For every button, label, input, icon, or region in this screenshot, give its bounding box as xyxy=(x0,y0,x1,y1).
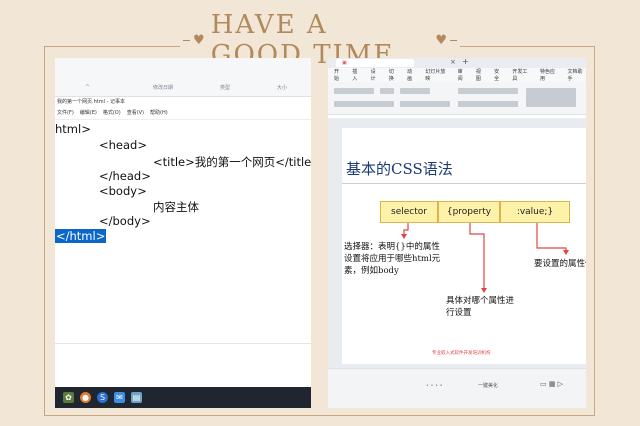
sogou-icon[interactable]: S xyxy=(97,392,108,403)
column-type[interactable]: 类型 xyxy=(220,84,230,91)
editor-blank-area xyxy=(55,343,311,388)
code-editor[interactable]: html> <head> <title>我的第一个网页</title> </he… xyxy=(55,120,311,320)
menu-format[interactable]: 格式(O) xyxy=(103,107,121,119)
tab-design[interactable]: 设计 xyxy=(371,68,380,82)
annotation-line: 行设置 xyxy=(446,308,472,318)
tab-transition[interactable]: 切换 xyxy=(389,68,398,82)
tab-review[interactable]: 审阅 xyxy=(458,68,467,82)
ribbon-toolbar xyxy=(328,82,586,115)
property-arrow-head xyxy=(481,288,487,293)
code-line: <body> xyxy=(99,184,147,198)
tab-animation[interactable]: 动画 xyxy=(407,68,416,82)
divider xyxy=(449,39,457,41)
notepad-menu: 文件(F) 编辑(E) 格式(O) 查看(V) 帮助(H) xyxy=(55,107,311,120)
indent-buttons[interactable] xyxy=(458,101,518,107)
notepad-screenshot: ^ 修改日期 类型 大小 我的第一个网页.html - 记事本 文件(F) 编辑… xyxy=(55,58,311,408)
text-style-buttons[interactable] xyxy=(334,101,394,107)
value-annotation: 要设置的属性值 xyxy=(534,259,586,269)
column-size[interactable]: 大小 xyxy=(277,84,287,91)
tab-doc-helper[interactable]: 文档助手 xyxy=(567,68,586,82)
code-line: </head> xyxy=(99,169,151,183)
textbox-button[interactable] xyxy=(526,88,576,107)
selector-arrow-head xyxy=(401,234,407,239)
menu-edit[interactable]: 编辑(E) xyxy=(80,107,97,119)
code-line: 内容主体 xyxy=(153,200,199,214)
tab-home[interactable]: 开始 xyxy=(334,68,343,82)
page-dots: • • • • xyxy=(426,383,443,389)
presentation-screenshot: ▣ × + 开始 插入 设计 切换 动画 幻灯片放映 审阅 视图 安全 开发工具… xyxy=(328,58,586,408)
sort-caret-icon[interactable]: ^ xyxy=(85,84,90,91)
close-tab-icon[interactable]: × xyxy=(450,58,456,66)
code-line: <head> xyxy=(99,138,147,152)
tab-slideshow[interactable]: 幻灯片放映 xyxy=(425,68,448,82)
view-buttons-icon[interactable]: ▭ ▦ ▷ xyxy=(540,380,563,388)
tab-developer[interactable]: 开发工具 xyxy=(512,68,531,82)
beautify-button[interactable]: 一键美化 xyxy=(478,382,498,389)
menu-help[interactable]: 帮助(H) xyxy=(150,107,168,119)
property-arrow xyxy=(469,223,485,290)
new-tab-icon[interactable]: + xyxy=(462,58,469,66)
annotation-line: 具体对哪个属性进 xyxy=(446,296,515,306)
status-bar: • • • • 一键美化 ▭ ▦ ▷ xyxy=(328,368,586,408)
tab-insert[interactable]: 插入 xyxy=(352,68,361,82)
slide-canvas: 基本的CSS语法 selector {property :value;} 选择器… xyxy=(328,118,586,368)
code-line: html> xyxy=(55,122,91,136)
heart-icon: ♥ xyxy=(193,32,205,48)
browser-icon[interactable]: ● xyxy=(80,392,91,403)
format-buttons[interactable] xyxy=(400,88,430,94)
mail-icon[interactable]: ✉ xyxy=(114,392,125,403)
notepad-title: 我的第一个网页.html - 记事本 xyxy=(57,99,125,105)
ribbon-tabs: 开始 插入 设计 切换 动画 幻灯片放映 审阅 视图 安全 开发工具 特色应用 … xyxy=(328,68,586,82)
tab-features[interactable]: 特色应用 xyxy=(540,68,559,82)
slide-footer: 专业嵌入式软件开发培训机构 xyxy=(432,351,491,356)
tab-view[interactable]: 视图 xyxy=(476,68,485,82)
explorer-header: ^ 修改日期 类型 大小 xyxy=(55,58,311,97)
tab-security[interactable]: 安全 xyxy=(494,68,503,82)
font-name-box[interactable] xyxy=(334,88,374,94)
banner: ♥ HAVE A GOOD TIME ♥ xyxy=(180,10,460,70)
taskbar: ✿ ● S ✉ ▤ xyxy=(55,387,311,408)
menu-file[interactable]: 文件(F) xyxy=(57,107,74,119)
value-arrow xyxy=(536,223,567,252)
align-buttons[interactable] xyxy=(458,88,518,94)
value-arrow-head xyxy=(563,250,569,255)
code-line: </body> xyxy=(99,214,151,228)
code-line: <title>我的第一个网页</title> xyxy=(153,155,311,169)
leaf-app-icon[interactable]: ✿ xyxy=(63,392,74,403)
menu-view[interactable]: 查看(V) xyxy=(127,107,144,119)
document-tab[interactable]: ▣ xyxy=(336,59,414,67)
selected-text: </html> xyxy=(55,229,107,243)
paragraph-buttons[interactable] xyxy=(400,101,450,107)
font-size-box[interactable] xyxy=(380,88,394,94)
column-modified-date[interactable]: 修改日期 xyxy=(153,84,173,91)
annotation-line: 设置将应用于哪些html元 xyxy=(344,254,441,264)
tab-bar: ▣ × + xyxy=(328,58,586,68)
slide[interactable]: 基本的CSS语法 selector {property :value;} 选择器… xyxy=(342,128,586,364)
annotation-line: 选择器：表明{}中的属性 xyxy=(344,242,440,252)
divider xyxy=(183,39,191,41)
property-annotation: 具体对哪个属性进 行设置 xyxy=(446,295,514,319)
code-line-selected: </html> xyxy=(55,229,107,243)
heart-icon: ♥ xyxy=(435,32,447,48)
annotation-line: 素，例如body xyxy=(344,266,399,276)
selector-annotation: 选择器：表明{}中的属性 设置将应用于哪些html元 素，例如body xyxy=(344,241,440,277)
notepad-icon[interactable]: ▤ xyxy=(131,392,142,403)
